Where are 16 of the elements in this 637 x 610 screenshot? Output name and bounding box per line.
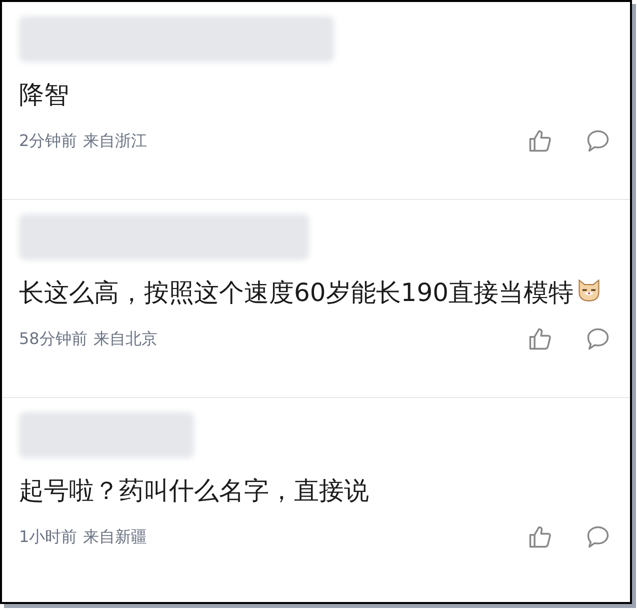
reply-button[interactable] [585,326,611,352]
comment-location: 来自新疆 [83,526,148,548]
comment-text: 长这么高，按照这个速度60岁能长190直接当模特 [19,272,613,314]
reply-button[interactable] [585,524,611,550]
comment-time: 2分钟前 [19,130,78,152]
comment-location: 来自北京 [93,328,158,350]
comment-time: 1小时前 [19,526,78,548]
like-button[interactable] [527,128,553,154]
cat-face-icon [576,277,602,303]
reply-button[interactable] [585,128,611,154]
comment-text: 起号啦？药叫什么名字，直接说 [19,475,370,507]
comment-time: 58分钟前 [19,328,88,350]
comment-text: 降智 [19,79,70,111]
like-button[interactable] [527,326,553,352]
like-button[interactable] [527,524,553,550]
comment-location: 来自浙江 [83,130,148,152]
